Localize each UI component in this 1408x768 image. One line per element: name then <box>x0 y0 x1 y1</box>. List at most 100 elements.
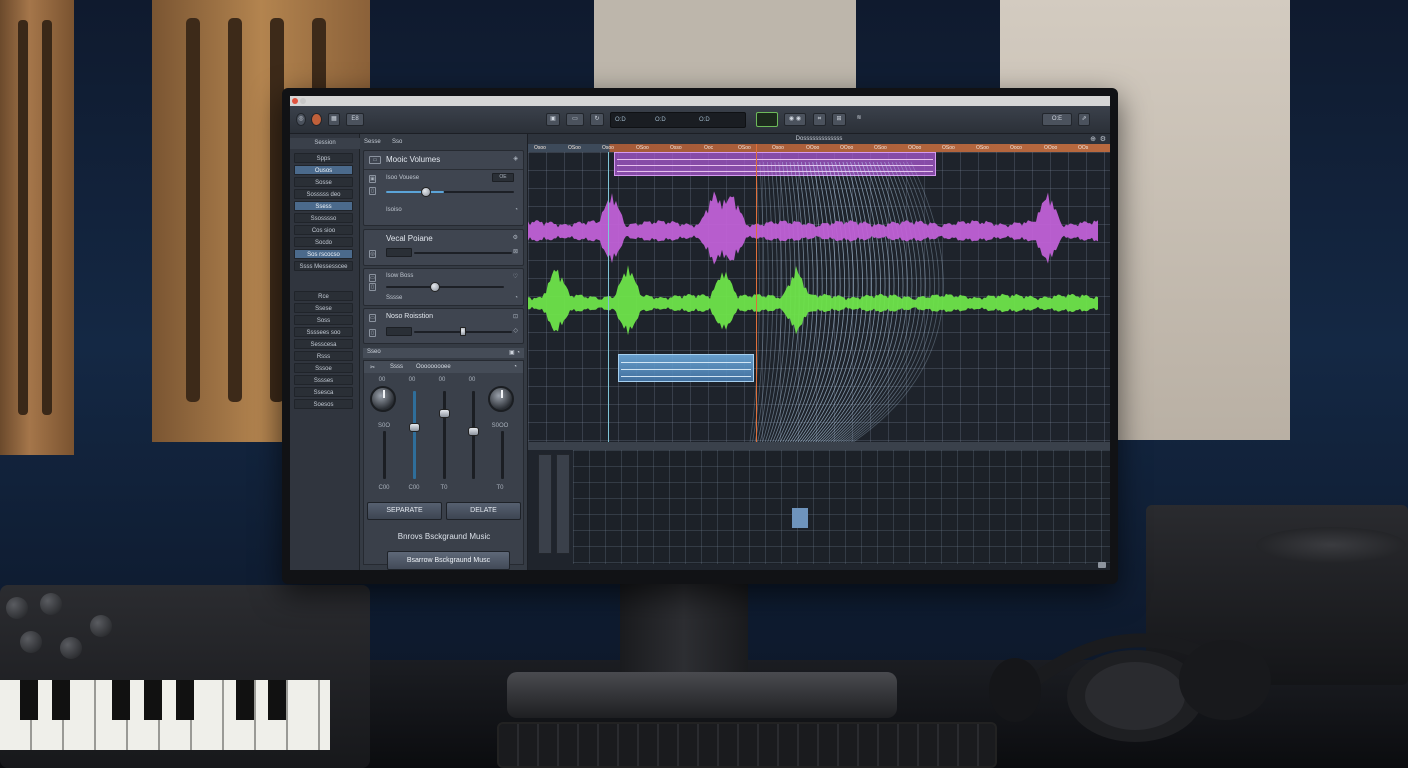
reset-icon[interactable]: ◔ <box>514 207 518 213</box>
piano-roll-grid[interactable] <box>573 450 1110 564</box>
mixer-icon[interactable]: ▣ <box>546 113 560 126</box>
noise-reduction-slider-handle[interactable] <box>460 327 466 336</box>
mixer-settings-icon[interactable]: ◔ <box>513 364 517 370</box>
channel-3-value: T0 <box>440 485 448 491</box>
remove-background-music-button[interactable]: Bsarrow Bsckgraund Musc <box>387 551 510 570</box>
mixer-tab-2[interactable]: Ooooooooee <box>416 364 451 370</box>
ruler-label: OOoo <box>1044 145 1058 151</box>
link-icon[interactable]: ⊠ <box>513 248 518 255</box>
section-bar-icons[interactable]: ▣ ◔ <box>509 349 520 356</box>
vocal-volume-value[interactable] <box>386 248 412 257</box>
monitor-toggle-button[interactable] <box>756 112 778 127</box>
toolbar-button[interactable]: E8 <box>346 113 364 126</box>
keyboard-icon[interactable]: ▭ <box>566 113 584 126</box>
bass-slider-track[interactable] <box>386 286 504 288</box>
sidebar-item[interactable]: Ssese <box>294 303 353 313</box>
sidebar-item[interactable]: Soss <box>294 315 353 325</box>
noise-reduction-value[interactable] <box>386 327 412 336</box>
fader-3-track[interactable] <box>443 391 446 479</box>
acoustic-panel-left <box>0 0 74 455</box>
share-icon[interactable]: ⇗ <box>1078 113 1090 126</box>
sidebar-item[interactable]: Sesscesa <box>294 339 353 349</box>
vocal-waveform <box>528 191 1098 265</box>
expand-icon[interactable]: ◈ <box>513 155 518 162</box>
delete-button[interactable]: DELATE <box>446 502 521 520</box>
loop-marker[interactable] <box>608 152 609 442</box>
export-button[interactable]: O:E <box>1042 113 1072 126</box>
reset-icon[interactable]: ◔ <box>514 295 518 301</box>
midi-keyboard <box>0 585 370 768</box>
sidebar-item[interactable]: Rsss <box>294 351 353 361</box>
sidebar-item[interactable]: Ssss Messesscee <box>294 261 353 271</box>
sidebar-item[interactable]: Socdo <box>294 237 353 247</box>
sidebar-item[interactable]: Sos rscocso <box>294 249 353 259</box>
toggle-icon[interactable]: ▯ <box>369 283 376 291</box>
timeline-ruler[interactable]: Osoo OSoo Osoo OSoo Osso Ooc OSoo Osoo OOoo OOoo O… <box>528 144 1110 152</box>
fader-2-handle[interactable] <box>409 423 420 432</box>
blue-audio-clip[interactable] <box>618 354 754 382</box>
sidebar-item[interactable]: Ssosssso <box>294 213 353 223</box>
waveform-layer <box>528 161 1098 442</box>
tab-session[interactable]: Sesse <box>364 139 381 145</box>
sidebar-item[interactable]: Sosssss deo <box>294 189 353 199</box>
left-pan-knob[interactable] <box>370 386 396 412</box>
sidebar-item[interactable]: Soesos <box>294 399 353 409</box>
music-volume-value[interactable]: OE <box>492 173 514 182</box>
sidebar-item[interactable]: Sssses <box>294 375 353 385</box>
music-volume-slider-handle[interactable] <box>421 187 431 197</box>
heart-icon[interactable]: ♡ <box>513 273 518 280</box>
lower-editor-header <box>528 442 1110 450</box>
sidebar-item[interactable]: Sosse <box>294 177 353 187</box>
separate-button[interactable]: SEPARATE <box>367 502 442 520</box>
metronome-icon[interactable]: ◉ ◉ <box>784 113 806 126</box>
mute-icon[interactable]: ▯ <box>369 187 376 195</box>
lane-control-1[interactable] <box>538 454 552 554</box>
expand-icon[interactable]: ⊡ <box>513 313 518 320</box>
sidebar-item[interactable]: Rce <box>294 291 353 301</box>
waveform-icon[interactable]: ≋ <box>852 113 866 126</box>
transport-bars: O:D <box>655 117 666 123</box>
right-pan-knob[interactable] <box>488 386 514 412</box>
record-icon[interactable] <box>311 113 322 126</box>
eq-icon: ▭ <box>369 274 376 282</box>
sidebar-item[interactable]: Ssssees soo <box>294 327 353 337</box>
sidebar-item[interactable]: Cos sioo <box>294 225 353 235</box>
settings-icon[interactable]: ◎ <box>296 113 306 126</box>
loop-icon[interactable]: ↻ <box>590 113 604 126</box>
vocal-volume-slider-track[interactable] <box>414 252 512 254</box>
bypass-icon[interactable]: ◇ <box>513 327 518 334</box>
fader-2-track[interactable] <box>413 391 416 479</box>
sidebar-item[interactable]: Ssess <box>294 201 353 211</box>
ruler-label: OSoo <box>738 145 751 151</box>
left-sidebar: Session Spps Ousos Sosse Sosssss deo Ssess Ss… <box>290 134 360 570</box>
ruler-label: Ooco <box>1010 145 1022 151</box>
sidebar-item[interactable]: Ssesca <box>294 387 353 397</box>
fader-3-handle[interactable] <box>439 409 450 418</box>
window-control-icon[interactable] <box>300 98 306 104</box>
monitor-stand-base <box>507 672 897 718</box>
sidebar-item[interactable]: Sssoe <box>294 363 353 373</box>
channel-4-value: T0 <box>496 485 504 491</box>
scroll-handle[interactable] <box>1098 562 1106 568</box>
music-icon: ▭ <box>369 156 381 164</box>
sidebar-item[interactable]: Spps <box>294 153 353 163</box>
grid-view-icon[interactable]: ▦ <box>328 113 340 126</box>
scissors-icon[interactable]: ✂ <box>370 364 375 371</box>
zoom-icon[interactable]: ⊞ <box>832 113 846 126</box>
fader-4-handle[interactable] <box>468 427 479 436</box>
midi-note[interactable] <box>792 508 808 528</box>
settings-icon[interactable]: ⚙ <box>513 234 518 241</box>
effects-panel: Sesse Sso ▭ Mooic Volumes ◈ ▣ Isoo Voues… <box>360 134 528 570</box>
mixer-tab-1[interactable]: Ssss <box>390 364 403 370</box>
tab-fx[interactable]: Sso <box>392 139 402 145</box>
music-volume-slider-fill <box>386 191 444 193</box>
noise-reduction-card: ▭ Noso Roisstion ⊡ ▯ ◇ <box>363 308 524 344</box>
bass-slider-handle[interactable] <box>430 282 440 292</box>
channel-2-value: C00 <box>408 485 420 491</box>
close-window-icon[interactable] <box>292 98 298 104</box>
snap-icon[interactable]: ⌗ <box>813 113 826 126</box>
lane-control-2[interactable] <box>556 454 570 554</box>
fader-5-track[interactable] <box>501 431 504 479</box>
sidebar-item[interactable]: Ousos <box>294 165 353 175</box>
fader-1-track[interactable] <box>383 431 386 479</box>
